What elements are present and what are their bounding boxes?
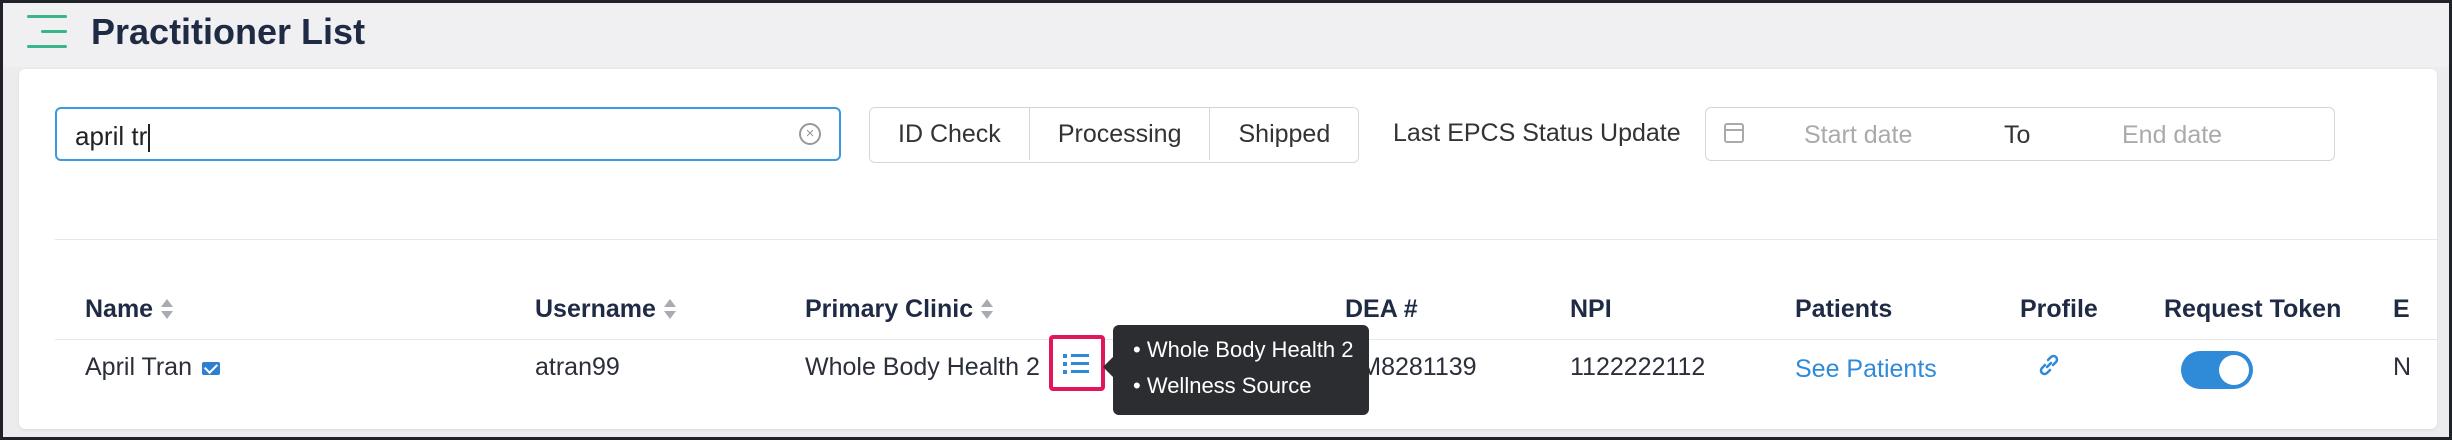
search-value: april tr bbox=[75, 121, 148, 151]
menu-icon[interactable] bbox=[27, 15, 67, 51]
sort-icon[interactable] bbox=[161, 299, 174, 321]
mail-icon[interactable] bbox=[201, 361, 220, 375]
cell-npi: 1122222112 bbox=[1570, 353, 1706, 381]
column-header-name[interactable]: Name bbox=[85, 295, 174, 324]
search-input[interactable]: april tr × bbox=[55, 107, 841, 161]
column-header-request-token: Request Token bbox=[2164, 295, 2342, 323]
calendar-icon bbox=[1724, 123, 1744, 143]
cell-name: April Tran bbox=[85, 353, 220, 382]
cell-username: atran99 bbox=[535, 353, 620, 381]
text-caret bbox=[148, 124, 151, 153]
date-range-to-label: To bbox=[2004, 121, 2031, 149]
filter-shipped-button[interactable]: Shipped bbox=[1210, 108, 1359, 160]
epcs-status-label: Last EPCS Status Update bbox=[1393, 119, 1681, 147]
tooltip-item: • Whole Body Health 2 bbox=[1133, 337, 1354, 362]
column-header-dea: DEA # bbox=[1345, 295, 1418, 323]
status-filter-group: ID Check Processing Shipped bbox=[869, 107, 1360, 163]
start-date-input[interactable]: Start date bbox=[1804, 121, 1912, 150]
date-range-picker[interactable]: Start date To End date bbox=[1705, 107, 2335, 161]
filter-id-check-button[interactable]: ID Check bbox=[870, 108, 1030, 160]
column-header-patients: Patients bbox=[1795, 295, 1893, 323]
cell-primary-clinic: Whole Body Health 2 bbox=[805, 353, 1040, 381]
tooltip-item: • Wellness Source bbox=[1133, 373, 1312, 398]
sort-icon[interactable] bbox=[981, 299, 994, 321]
clinic-list-icon[interactable] bbox=[1049, 335, 1105, 391]
link-icon[interactable] bbox=[2037, 353, 2061, 377]
column-header-username[interactable]: Username bbox=[535, 295, 676, 324]
practitioner-card: april tr × ID Check Processing Shipped L… bbox=[19, 69, 2437, 429]
request-token-toggle[interactable] bbox=[2181, 351, 2253, 389]
column-header-primary-clinic[interactable]: Primary Clinic bbox=[805, 295, 994, 324]
top-bar: Practitioner List bbox=[3, 3, 2449, 67]
end-date-input[interactable]: End date bbox=[2122, 121, 2222, 150]
sort-icon[interactable] bbox=[663, 299, 676, 321]
column-header-npi: NPI bbox=[1570, 295, 1612, 323]
clinic-tooltip: • Whole Body Health 2 • Wellness Source bbox=[1103, 325, 1369, 415]
clear-icon[interactable]: × bbox=[799, 123, 821, 145]
filter-processing-button[interactable]: Processing bbox=[1029, 108, 1211, 160]
page-title: Practitioner List bbox=[91, 11, 366, 52]
column-header-truncated: E bbox=[2393, 295, 2410, 323]
divider bbox=[55, 239, 2437, 240]
column-header-profile: Profile bbox=[2020, 295, 2098, 323]
toggle-knob bbox=[2219, 355, 2249, 385]
see-patients-link[interactable]: See Patients bbox=[1795, 355, 1937, 384]
cell-truncated: N bbox=[2393, 353, 2412, 381]
